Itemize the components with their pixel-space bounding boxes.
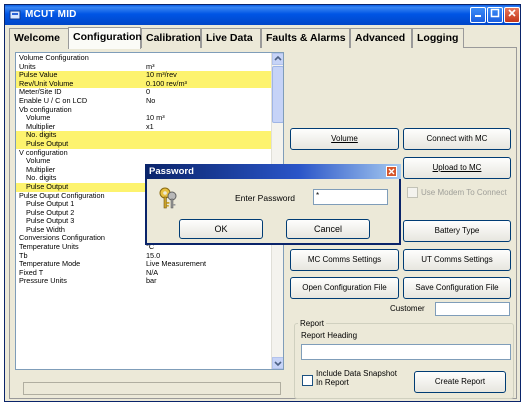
- app-icon: [9, 10, 21, 20]
- battery-button-label: Battery Type: [434, 226, 480, 235]
- ut-comms-settings-button[interactable]: UT Comms Settings: [403, 249, 511, 271]
- connect-with-mc-button[interactable]: Connect with MC: [403, 128, 511, 150]
- minimize-button[interactable]: [470, 7, 486, 23]
- grid-row-name: Pressure Units: [19, 276, 67, 286]
- tab-label: Advanced: [355, 32, 406, 44]
- save-configuration-file-button[interactable]: Save Configuration File: [403, 277, 511, 299]
- use-modem-label: Use Modem To Connect: [421, 188, 507, 197]
- close-icon: [508, 9, 516, 17]
- tab-configuration[interactable]: Configuration: [68, 27, 142, 49]
- status-bar: [23, 382, 281, 395]
- maximize-icon: [490, 8, 500, 18]
- create-report-button[interactable]: Create Report: [414, 371, 506, 393]
- grid-row[interactable]: Volume Configuration: [16, 53, 272, 63]
- volume-button-label: Volume: [331, 134, 358, 143]
- close-icon: [388, 168, 395, 175]
- chevron-down-icon: [274, 361, 282, 367]
- tab-advanced[interactable]: Advanced: [350, 28, 412, 48]
- tab-label: Faults & Alarms: [266, 32, 346, 44]
- use-modem-checkbox[interactable]: [407, 187, 418, 198]
- password-input-value: *: [316, 191, 320, 200]
- ok-button-label: OK: [214, 224, 228, 234]
- tab-label: Configuration: [73, 31, 142, 43]
- scroll-thumb[interactable]: [272, 66, 283, 123]
- create-report-button-label: Create Report: [434, 377, 486, 386]
- password-prompt-label: Enter Password: [235, 193, 295, 203]
- tab-label: Live Data: [206, 32, 253, 44]
- tab-label: Logging: [417, 32, 459, 44]
- grid-row-value: No: [146, 95, 156, 105]
- scroll-down-arrow[interactable]: [272, 357, 283, 369]
- grid-row-name: Temperature Units: [19, 242, 79, 252]
- close-button[interactable]: [504, 7, 520, 23]
- minimize-icon: [475, 15, 481, 17]
- dialog-close-button[interactable]: [386, 166, 397, 177]
- include-snapshot-checkbox[interactable]: [302, 375, 313, 386]
- password-input[interactable]: *: [313, 189, 388, 205]
- upload-button-label: Upload to MC: [432, 163, 482, 172]
- tab-logging[interactable]: Logging: [412, 28, 464, 48]
- save-config-button-label: Save Configuration File: [415, 283, 499, 292]
- grid-row[interactable]: Vb configuration: [16, 105, 272, 115]
- grid-row-value: 0.100 rev/m³: [146, 78, 187, 88]
- grid-row[interactable]: Pressure Units bar: [16, 277, 272, 286]
- upload-to-mc-button[interactable]: Upload to MC: [403, 157, 511, 179]
- include-snapshot-label: Include Data Snapshot: [316, 369, 397, 378]
- maximize-button[interactable]: [487, 7, 503, 23]
- chevron-up-icon: [274, 55, 282, 61]
- title-bar: MCUT MID: [5, 5, 520, 25]
- ut-comms-button-label: UT Comms Settings: [421, 255, 493, 264]
- connect-button-label: Connect with MC: [426, 134, 488, 143]
- report-heading-input[interactable]: [301, 344, 511, 360]
- window-title: MCUT MID: [25, 9, 77, 20]
- report-group-label: Report: [298, 319, 327, 328]
- password-ok-button[interactable]: OK: [179, 219, 263, 239]
- customer-label: Customer: [390, 304, 425, 313]
- password-cancel-button[interactable]: Cancel: [286, 219, 370, 239]
- mc-comms-button-label: MC Comms Settings: [307, 255, 382, 264]
- grid-row[interactable]: V configuration: [16, 148, 272, 158]
- scroll-up-arrow[interactable]: [272, 53, 283, 65]
- grid-row[interactable]: Temperature Mode Live Measurement: [16, 260, 272, 269]
- password-dialog-title: Password: [149, 166, 194, 177]
- tab-label: Welcome: [14, 32, 60, 44]
- battery-type-button[interactable]: Battery Type: [403, 220, 511, 242]
- tab-welcome[interactable]: Welcome: [9, 28, 69, 48]
- report-heading-label: Report Heading: [301, 331, 358, 340]
- main-window: MCUT MID Welcome Configuration Calibrati…: [4, 4, 521, 402]
- tab-live-data[interactable]: Live Data: [201, 28, 261, 48]
- include-snapshot-label-2: In Report: [316, 378, 349, 387]
- grid-row-value: bar: [146, 276, 157, 286]
- tab-label: Calibration: [146, 32, 201, 44]
- grid-row-value: x1: [146, 121, 154, 131]
- customer-input[interactable]: [435, 302, 510, 316]
- password-dialog-title-bar: Password: [145, 164, 401, 179]
- password-dialog: Password Enter Password * OK Cancel: [145, 164, 401, 245]
- tab-faults-alarms[interactable]: Faults & Alarms: [261, 28, 350, 48]
- tab-calibration[interactable]: Calibration: [141, 28, 201, 48]
- open-configuration-file-button[interactable]: Open Configuration File: [290, 277, 399, 299]
- cancel-button-label: Cancel: [313, 224, 342, 234]
- mc-comms-settings-button[interactable]: MC Comms Settings: [290, 249, 399, 271]
- volume-button[interactable]: Volume: [290, 128, 399, 150]
- keys-icon: [159, 187, 177, 209]
- open-config-button-label: Open Configuration File: [302, 283, 387, 292]
